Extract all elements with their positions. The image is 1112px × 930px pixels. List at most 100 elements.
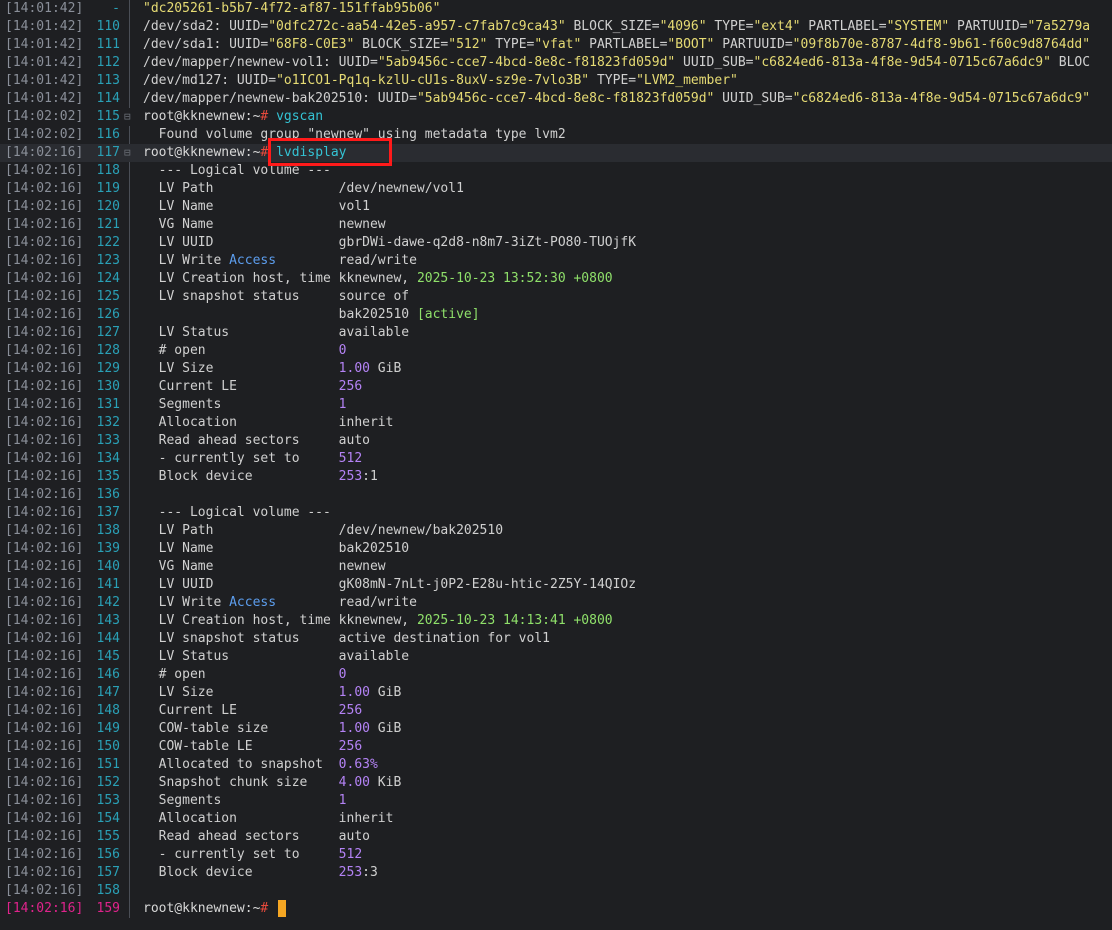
line-content: "dc205261-b5b7-4f72-af87-151ffab95b06"	[143, 0, 440, 18]
text-segment: LV Name bak202510	[143, 541, 410, 556]
timestamp: [14:02:16]	[5, 397, 84, 412]
text-segment: "BOOT"	[667, 37, 715, 52]
terminal-line: [14:02:16] 119 LV Path /dev/newnew/vol1	[0, 180, 1112, 198]
timestamp: [14:02:16]	[5, 271, 84, 286]
line-content: LV Size 1.00 GiB	[143, 684, 402, 702]
text-segment: LV Size	[143, 361, 339, 376]
fold-guide	[129, 72, 130, 90]
line-content: # open 0	[143, 666, 347, 684]
text-segment: "5ab9456c-cce7-4bcd-8e8c-f81823fd059d"	[377, 55, 676, 70]
text-segment: Snapshot chunk size	[143, 775, 339, 790]
terminal-line: [14:02:16] 140 VG Name newnew	[0, 558, 1112, 576]
timestamp: [14:02:16]	[5, 289, 84, 304]
fold-guide	[129, 684, 130, 702]
terminal-line: [14:02:16] 120 LV Name vol1	[0, 198, 1112, 216]
line-number: 140	[96, 559, 120, 574]
timestamp: [14:02:16]	[5, 433, 84, 448]
text-segment: 512	[338, 451, 363, 466]
terminal-line: [14:02:16] 138 LV Path /dev/newnew/bak202…	[0, 522, 1112, 540]
line-number: 136	[96, 487, 120, 502]
terminal-line: [14:02:16] 124 LV Creation host, time kkn…	[0, 270, 1112, 288]
line-number: 148	[96, 703, 120, 718]
fold-guide	[129, 450, 130, 468]
timestamp: [14:02:16]	[5, 631, 84, 646]
text-segment: LV Path /dev/newnew/bak202510	[143, 523, 504, 538]
timestamp: [14:02:16]	[5, 181, 84, 196]
fold-guide	[129, 234, 130, 252]
fold-toggle-icon[interactable]: ⊟	[124, 144, 131, 162]
terminal-line: [14:01:42] 112/dev/mapper/newnew-vol1: UU…	[0, 54, 1112, 72]
line-content: LV Write Access read/write	[143, 252, 417, 270]
text-segment: :1	[362, 469, 378, 484]
timestamp: [14:02:16]	[5, 649, 84, 664]
terminal-output[interactable]: [14:01:42] - "dc205261-b5b7-4f72-af87-151f…	[0, 0, 1112, 930]
text-segment: UUID_SUB=	[675, 55, 754, 70]
line-number: 120	[96, 199, 120, 214]
text-segment: LV Name vol1	[143, 199, 370, 214]
timestamp: [14:02:16]	[5, 199, 84, 214]
text-segment: "7a5279a	[1027, 19, 1091, 34]
line-number: 135	[96, 469, 120, 484]
terminal-line: [14:02:16] 117 ⊟ root@kknewnew:~# lvdisplay	[0, 144, 1112, 162]
line-number: 129	[96, 361, 120, 376]
line-content: VG Name newnew	[143, 558, 386, 576]
line-number: 156	[96, 847, 120, 862]
line-content: LV Write Access read/write	[143, 594, 417, 612]
timestamp: [14:02:16]	[5, 487, 84, 502]
fold-guide	[129, 864, 130, 882]
text-segment: LV Status available	[143, 325, 410, 340]
timestamp: [14:02:16]	[5, 361, 84, 376]
timestamp: [14:01:42]	[5, 19, 84, 34]
fold-guide	[129, 324, 130, 342]
text-segment: "0dfc272c-aa54-42e5-a957-c7fab7c9ca43"	[268, 19, 566, 34]
terminal-line: [14:02:16] 132 Allocation inherit	[0, 414, 1112, 432]
terminal-line: [14:01:42] - "dc205261-b5b7-4f72-af87-151f…	[0, 0, 1112, 18]
timestamp: [14:02:16]	[5, 145, 84, 160]
fold-guide	[129, 666, 130, 684]
line-number: 147	[96, 685, 120, 700]
fold-guide	[129, 18, 130, 36]
text-segment: #	[260, 109, 277, 124]
text-segment: 1.00	[338, 361, 370, 376]
line-number: 130	[96, 379, 120, 394]
line-number: 133	[96, 433, 120, 448]
text-segment: TYPE=	[487, 37, 535, 52]
fold-guide	[129, 630, 130, 648]
fold-guide	[129, 648, 130, 666]
fold-guide	[129, 432, 130, 450]
timestamp: [14:02:16]	[5, 595, 84, 610]
text-segment: vgscan	[276, 109, 324, 124]
terminal-line: [14:01:42] 113/dev/md127: UUID="o1ICO1-Pq…	[0, 72, 1112, 90]
terminal-line: [14:02:16] 139 LV Name bak202510	[0, 540, 1112, 558]
line-number: 121	[96, 217, 120, 232]
timestamp: [14:02:16]	[5, 469, 84, 484]
text-segment: LV Path /dev/newnew/vol1	[143, 181, 464, 196]
terminal-line: [14:02:16] 145 LV Status available	[0, 648, 1112, 666]
text-segment: LV UUID gbrDWi-dawe-q2d8-n8m7-3iZt-PO80-…	[143, 235, 637, 250]
fold-guide	[129, 522, 130, 540]
terminal-line: [14:02:16] 147 LV Size 1.00 GiB	[0, 684, 1112, 702]
text-segment: - currently set to	[143, 451, 339, 466]
timestamp: [14:02:16]	[5, 613, 84, 628]
text-segment: 1	[338, 397, 347, 412]
line-number: 137	[96, 505, 120, 520]
terminal-line: [14:02:16] 135 Block device 253:1	[0, 468, 1112, 486]
timestamp: [14:02:16]	[5, 811, 84, 826]
line-number: 113	[96, 73, 120, 88]
text-segment: 4.00	[338, 775, 370, 790]
highlight-box-lvdisplay	[268, 138, 392, 166]
timestamp: [14:02:16]	[5, 703, 84, 718]
text-segment: 253	[338, 865, 363, 880]
fold-toggle-icon[interactable]: ⊟	[124, 108, 131, 126]
fold-guide	[129, 180, 130, 198]
terminal-line: [14:02:16] 144 LV snapshot status active …	[0, 630, 1112, 648]
line-content: Current LE 256	[143, 378, 363, 396]
text-segment: Access	[229, 595, 277, 610]
text-segment: [active]	[416, 307, 480, 322]
line-content: # open 0	[143, 342, 347, 360]
text-segment: 1	[338, 793, 347, 808]
text-segment: - currently set to	[143, 847, 339, 862]
text-segment: TYPE=	[706, 19, 754, 34]
fold-guide	[129, 90, 130, 108]
text-segment: read/write	[276, 253, 417, 268]
